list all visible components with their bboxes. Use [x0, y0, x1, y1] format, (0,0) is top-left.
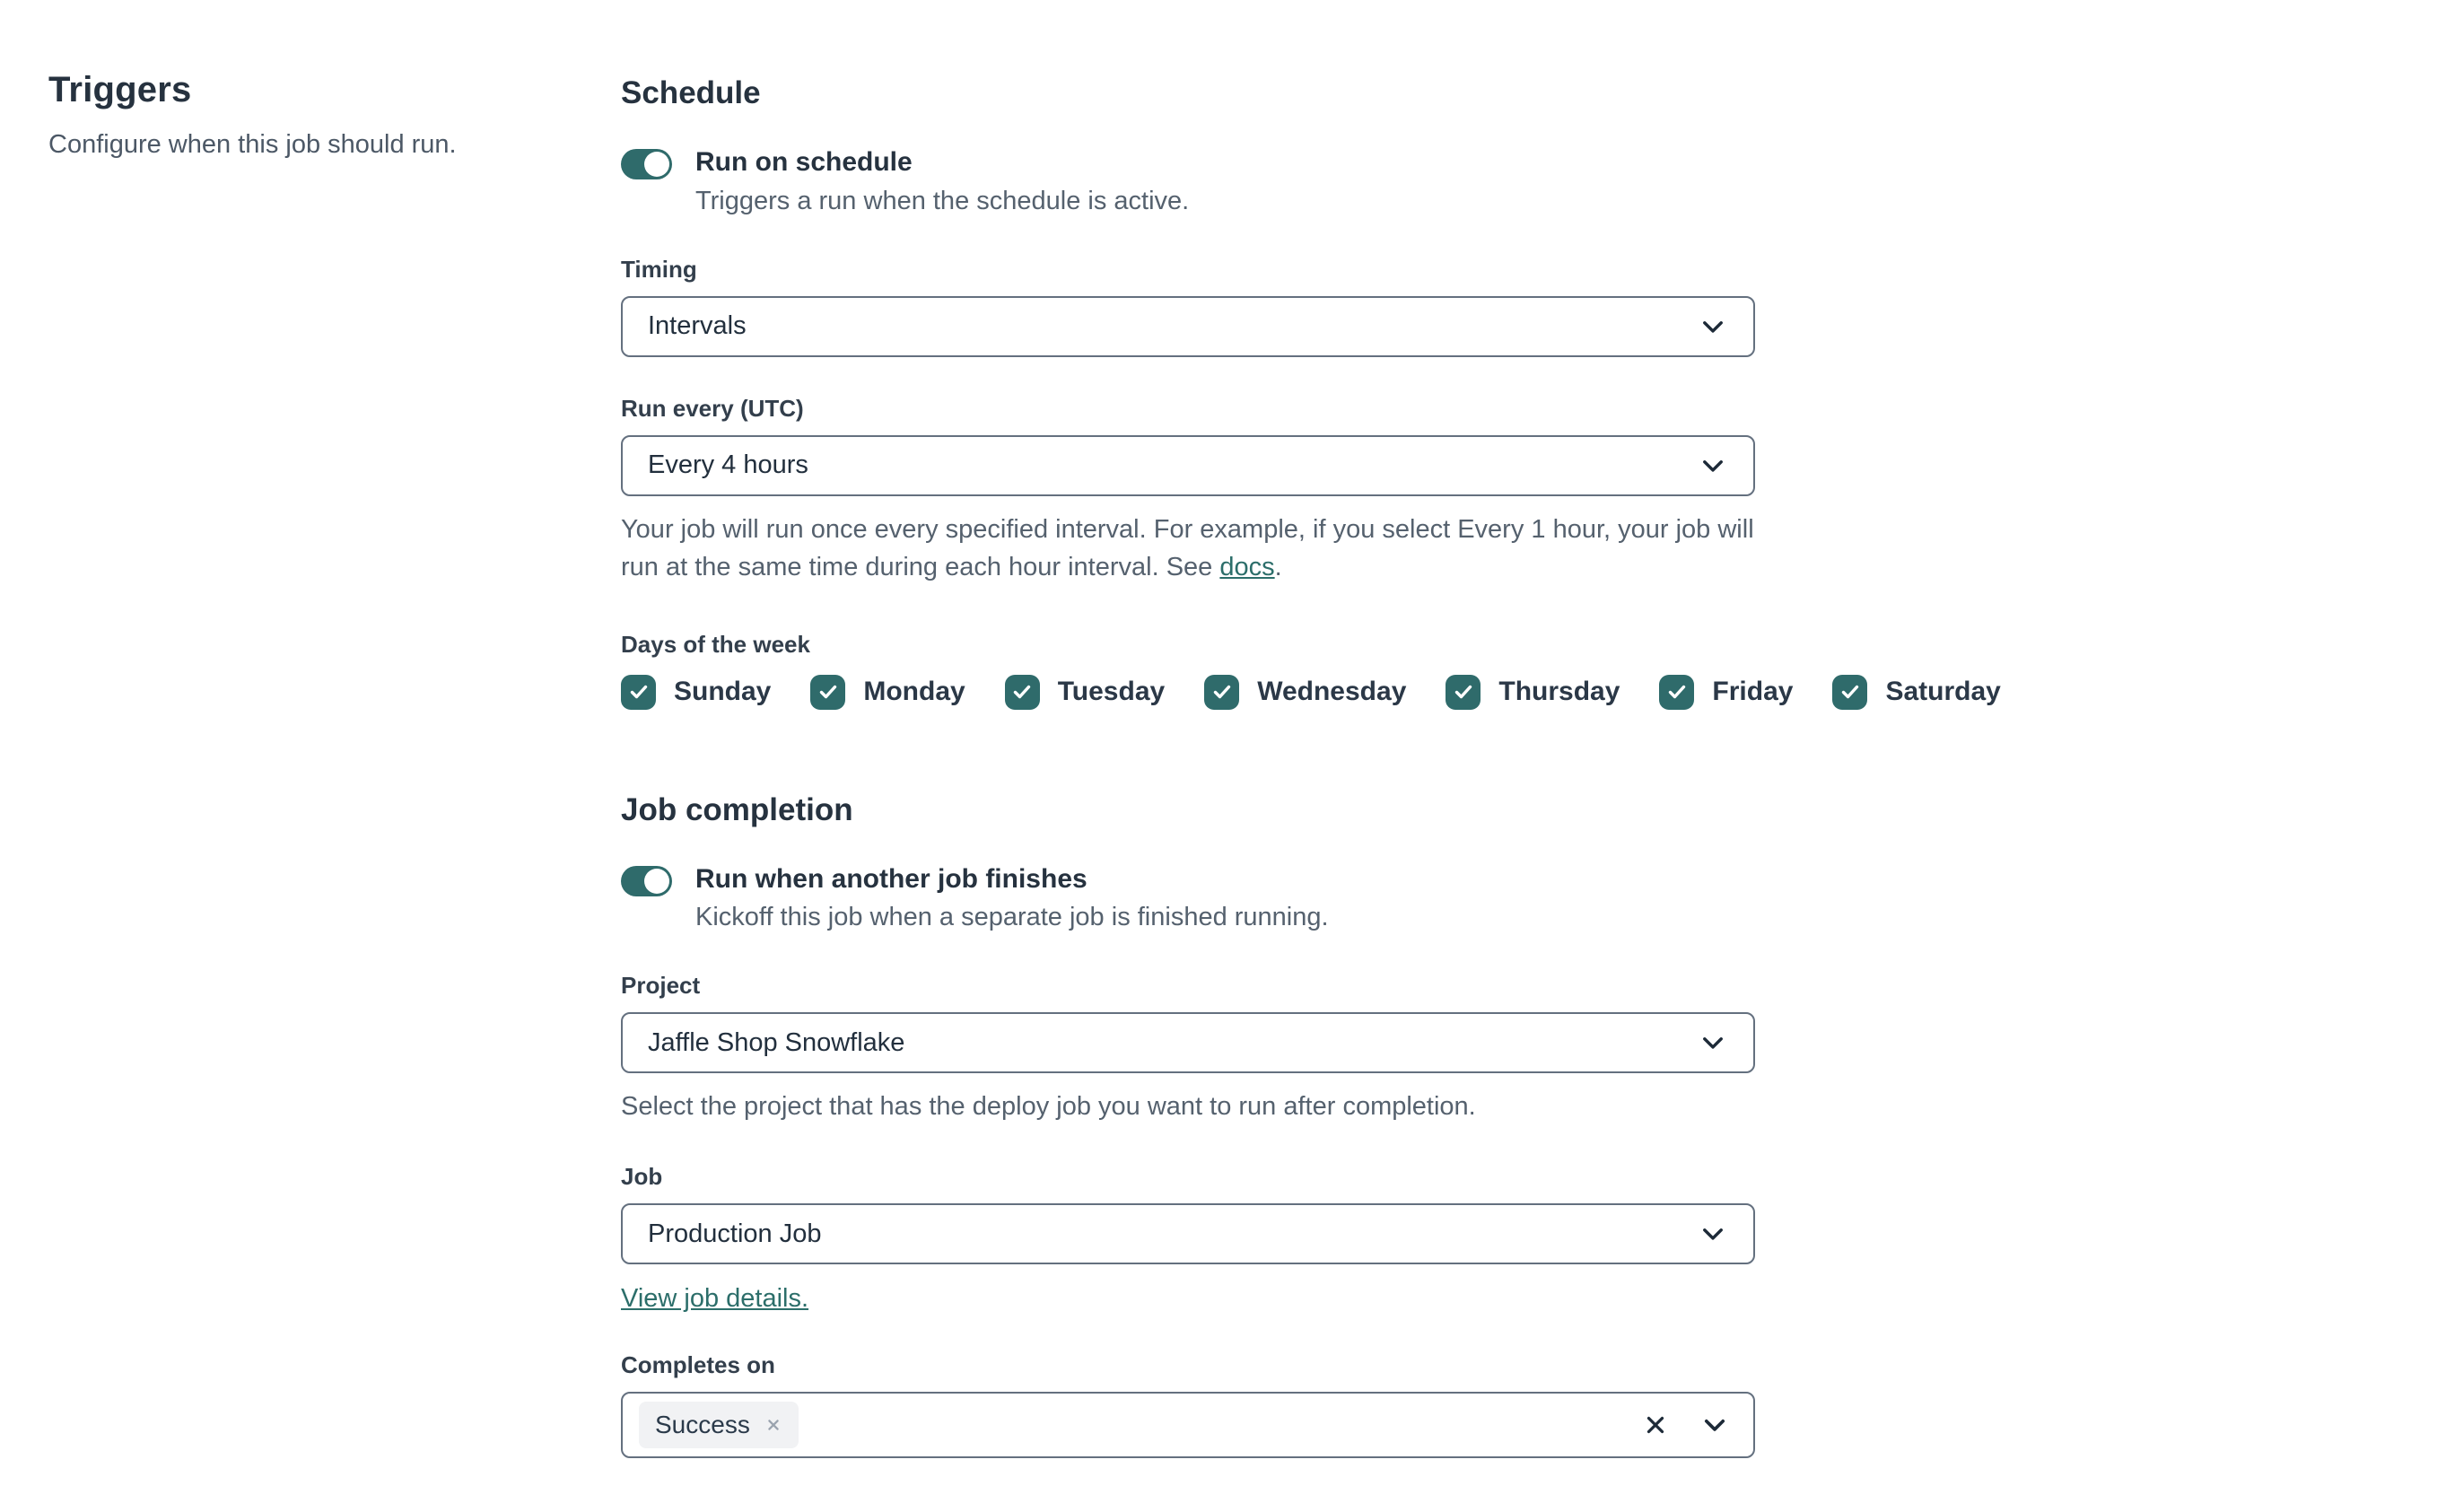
project-help-text: Select the project that has the deploy j…: [621, 1092, 1476, 1122]
day-label: Saturday: [1885, 677, 2001, 707]
checkbox-checked-icon: [1832, 674, 1868, 710]
chevron-down-icon[interactable]: [1699, 1410, 1730, 1440]
chevron-down-icon: [1703, 320, 1723, 333]
toggle-text: Run on schedule Triggers a run when the …: [695, 145, 1189, 216]
timing-field: Timing Intervals: [621, 256, 1755, 357]
days-of-week-row: Sunday Monday Tuesday Wednesday Thursday…: [621, 674, 2001, 710]
completes-on-tag-success: Success: [639, 1402, 799, 1449]
section-descriptor: Triggers Configure when this job should …: [0, 0, 621, 1512]
day-label: Friday: [1712, 677, 1794, 707]
help-text-before: Your job will run once every specified i…: [621, 514, 1754, 581]
remove-tag-icon[interactable]: [764, 1416, 782, 1434]
run-every-select-value: Every 4 hours: [648, 450, 808, 479]
run-on-schedule-label: Run on schedule: [695, 147, 913, 177]
checkbox-checked-icon: [810, 674, 846, 710]
toggle-knob: [644, 868, 669, 894]
completes-on-select[interactable]: Success: [621, 1392, 1755, 1459]
run-when-job-finishes-description: Kickoff this job when a separate job is …: [695, 903, 1329, 932]
tag-label: Success: [655, 1411, 750, 1439]
project-field: Project Jaffle Shop Snowflake Select the…: [621, 972, 1755, 1125]
run-every-field: Run every (UTC) Every 4 hours Your job w…: [621, 395, 1755, 586]
day-label: Thursday: [1498, 677, 1620, 707]
chevron-down-icon: [1703, 1228, 1723, 1240]
day-label: Tuesday: [1057, 677, 1166, 707]
day-checkbox-sunday[interactable]: Sunday: [621, 674, 772, 710]
job-label: Job: [621, 1163, 663, 1191]
chevron-down-icon: [1703, 1037, 1723, 1049]
job-completion-section: Job completion Run when another job fini…: [621, 792, 1755, 1459]
triggers-settings-page: Triggers Configure when this job should …: [0, 0, 2437, 1512]
page-title: Triggers: [48, 70, 192, 109]
help-text-after: .: [1274, 552, 1282, 581]
run-every-label: Run every (UTC): [621, 394, 804, 422]
run-on-schedule-description: Triggers a run when the schedule is acti…: [695, 186, 1190, 215]
run-on-schedule-toggle[interactable]: [621, 149, 672, 179]
run-when-job-finishes-toggle[interactable]: [621, 865, 672, 896]
toggle-text: Run when another job finishes Kickoff th…: [695, 862, 1329, 933]
day-checkbox-thursday[interactable]: Thursday: [1446, 674, 1620, 710]
timing-select[interactable]: Intervals: [621, 295, 1755, 357]
days-of-week-label: Days of the week: [621, 630, 810, 658]
days-of-week-field: Days of the week Sunday Monday Tuesday W…: [621, 630, 2001, 710]
day-checkbox-monday[interactable]: Monday: [810, 674, 965, 710]
day-checkbox-tuesday[interactable]: Tuesday: [1004, 674, 1166, 710]
run-on-schedule-row: Run on schedule Triggers a run when the …: [621, 145, 1755, 216]
run-every-help-text: Your job will run once every specified i…: [621, 511, 1755, 586]
run-every-select[interactable]: Every 4 hours: [621, 434, 1755, 496]
checkbox-checked-icon: [1004, 674, 1040, 710]
clear-all-icon[interactable]: [1642, 1411, 1669, 1438]
toggle-knob: [644, 152, 669, 177]
docs-link[interactable]: docs: [1219, 553, 1274, 581]
checkbox-checked-icon: [1659, 674, 1695, 710]
schedule-section: Schedule Run on schedule Triggers a run …: [621, 75, 2001, 710]
day-label: Wednesday: [1257, 677, 1407, 707]
completes-on-label: Completes on: [621, 1351, 775, 1379]
day-checkbox-friday[interactable]: Friday: [1659, 674, 1794, 710]
schedule-heading: Schedule: [621, 75, 761, 110]
completes-on-field: Completes on Success: [621, 1351, 1755, 1459]
day-checkbox-wednesday[interactable]: Wednesday: [1204, 674, 1407, 710]
project-select[interactable]: Jaffle Shop Snowflake: [621, 1012, 1755, 1074]
run-when-job-finishes-label: Run when another job finishes: [695, 863, 1087, 894]
multiselect-controls: [1642, 1410, 1730, 1440]
checkbox-checked-icon: [1446, 674, 1481, 710]
day-label: Sunday: [674, 677, 772, 707]
job-select[interactable]: Production Job: [621, 1203, 1755, 1265]
project-select-value: Jaffle Shop Snowflake: [648, 1027, 905, 1057]
timing-label: Timing: [621, 255, 697, 283]
day-checkbox-saturday[interactable]: Saturday: [1832, 674, 2001, 710]
page-subtitle: Configure when this job should run.: [48, 130, 457, 159]
triggers-form: Schedule Run on schedule Triggers a run …: [621, 0, 2001, 1512]
job-completion-heading: Job completion: [621, 791, 853, 827]
run-when-job-finishes-row: Run when another job finishes Kickoff th…: [621, 862, 1755, 933]
day-label: Monday: [863, 677, 965, 707]
project-label: Project: [621, 972, 701, 1000]
checkbox-checked-icon: [621, 674, 656, 710]
view-job-details-link[interactable]: View job details.: [621, 1284, 808, 1314]
chevron-down-icon: [1703, 459, 1723, 472]
checkbox-checked-icon: [1204, 674, 1240, 710]
job-field: Job Production Job View job details.: [621, 1163, 1755, 1314]
job-select-value: Production Job: [648, 1219, 822, 1248]
timing-select-value: Intervals: [648, 311, 747, 340]
